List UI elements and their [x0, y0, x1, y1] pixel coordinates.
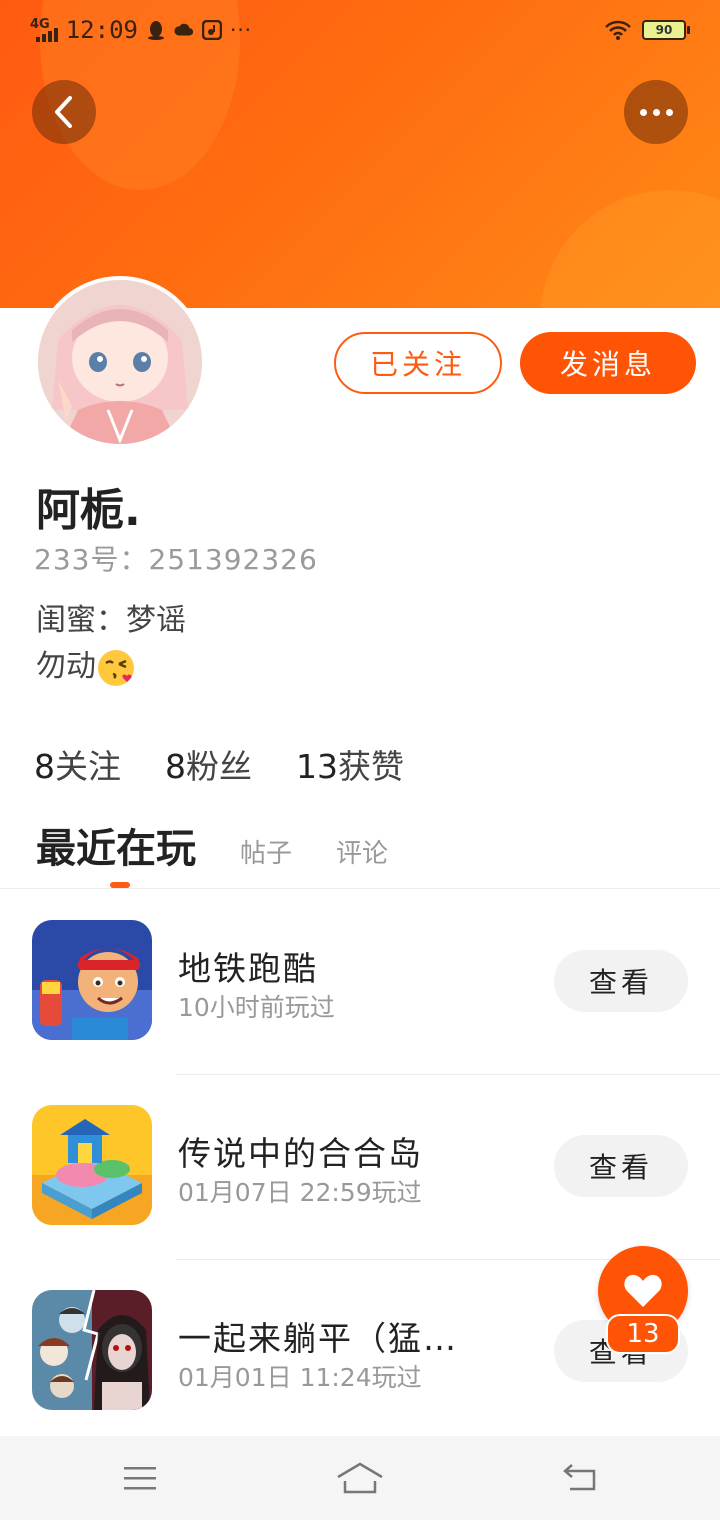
list-item[interactable]: 传说中的合合岛 01月07日 22:59玩过 查看 [0, 1075, 720, 1260]
following-stat[interactable]: 8关注 [34, 740, 121, 788]
menu-icon [124, 1467, 156, 1490]
heart-icon [624, 1274, 662, 1307]
view-button[interactable]: 查看 [554, 950, 688, 1012]
subway-surfers-icon [32, 920, 152, 1040]
fans-count: 8 [165, 747, 186, 786]
more-options-button[interactable] [624, 80, 688, 144]
last-played-time: 01月07日 22:59玩过 [178, 1178, 422, 1207]
wifi-icon [605, 20, 631, 40]
menu-button[interactable] [110, 1458, 170, 1498]
last-played-time: 10小时前玩过 [178, 993, 335, 1022]
send-message-button[interactable]: 发消息 [520, 332, 696, 394]
followed-button[interactable]: 已关注 [334, 332, 502, 394]
chevron-left-icon [55, 96, 72, 128]
profile-stats: 8关注 8粉丝 13获赞 [34, 740, 404, 788]
avatar[interactable] [34, 276, 206, 448]
game-name: 地铁跑酷 [178, 949, 318, 988]
banner-decoration [540, 190, 720, 308]
bio-line: 勿动 [36, 644, 186, 690]
cloud-icon [174, 23, 194, 36]
user-id: 233号：251392326 [34, 543, 318, 576]
home-icon [337, 1462, 383, 1494]
anime-avatar-image [38, 280, 202, 444]
status-bar: 4G 12:09 ··· 90 [0, 0, 720, 64]
fans-label: 粉丝 [186, 747, 252, 786]
view-button[interactable]: 查看 [554, 1135, 688, 1197]
last-played-time: 01月01日 11:24玩过 [178, 1363, 422, 1392]
battery-indicator: 90 [642, 20, 690, 40]
clock: 12:09 [65, 16, 138, 44]
tab-posts[interactable]: 帖子 [240, 833, 292, 870]
following-count: 8 [34, 747, 55, 786]
bio-line: 闺蜜：梦谣 [36, 603, 186, 638]
profile-tabs: 最近在玩 帖子 评论 [36, 816, 432, 874]
lie-flat-game-icon [32, 1290, 152, 1410]
divider [0, 888, 720, 889]
more-dots-icon [639, 108, 647, 116]
likes-count: 13 [296, 747, 338, 786]
recent-games-list: 地铁跑酷 10小时前玩过 查看 传说中的合合岛 01月07日 22:59玩过 查… [0, 890, 720, 1445]
following-label: 关注 [55, 747, 121, 786]
game-name: 传说中的合合岛 [178, 1134, 423, 1173]
bio-text: 勿动 [36, 649, 96, 684]
home-button[interactable] [330, 1458, 390, 1498]
back-icon [563, 1464, 596, 1491]
tab-recently-played[interactable]: 最近在玩 [36, 816, 196, 874]
list-item[interactable]: 地铁跑酷 10小时前玩过 查看 [0, 890, 720, 1075]
likes-stat[interactable]: 13获赞 [296, 740, 404, 788]
merge-island-icon [32, 1105, 152, 1225]
back-nav-button[interactable] [550, 1458, 610, 1498]
tab-comments[interactable]: 评论 [336, 833, 388, 870]
game-name: 一起来躺平（猛… [178, 1319, 458, 1358]
more-notifications: ··· [229, 18, 253, 42]
qq-penguin-icon [147, 21, 164, 40]
fans-stat[interactable]: 8粉丝 [165, 740, 252, 788]
network-type: 4G [30, 16, 50, 32]
username: 阿栀. [36, 485, 141, 536]
kissing-face-emoji [98, 649, 134, 686]
likes-label: 获赞 [338, 747, 404, 786]
like-count-badge: 13 [606, 1314, 680, 1354]
system-nav-bar [0, 1436, 720, 1520]
bio: 闺蜜：梦谣 勿动 [36, 598, 186, 690]
back-button[interactable] [32, 80, 96, 144]
music-app-icon [201, 20, 222, 40]
